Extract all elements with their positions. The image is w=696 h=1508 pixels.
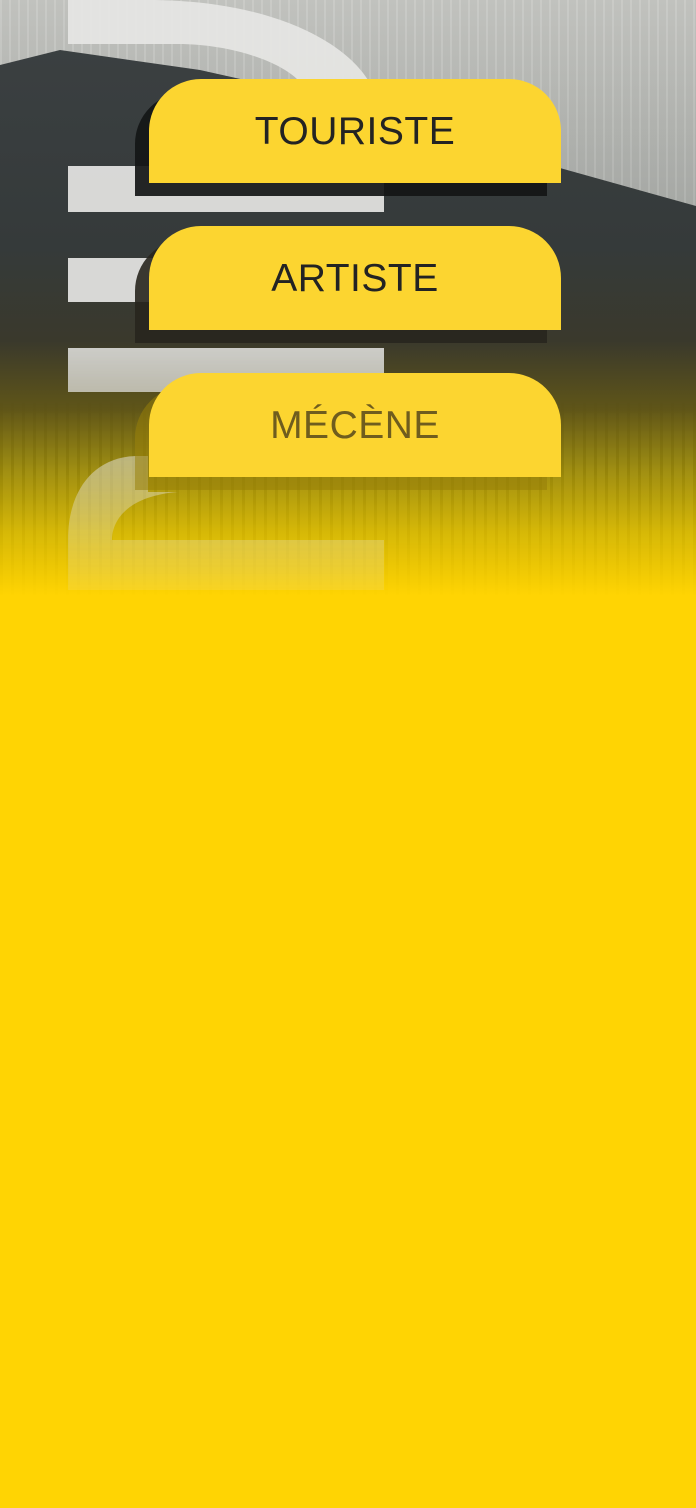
role-button-label: MÉCÈNE — [270, 403, 440, 447]
role-selection-screen: TOURISTE ARTISTE MÉCÈNE — [0, 0, 696, 1508]
role-button-artiste[interactable]: ARTISTE — [149, 226, 561, 330]
role-button-touriste[interactable]: TOURISTE — [149, 79, 561, 183]
role-button-label: TOURISTE — [254, 109, 456, 153]
role-button-mecene[interactable]: MÉCÈNE — [149, 373, 561, 477]
role-button-label: ARTISTE — [271, 256, 439, 300]
